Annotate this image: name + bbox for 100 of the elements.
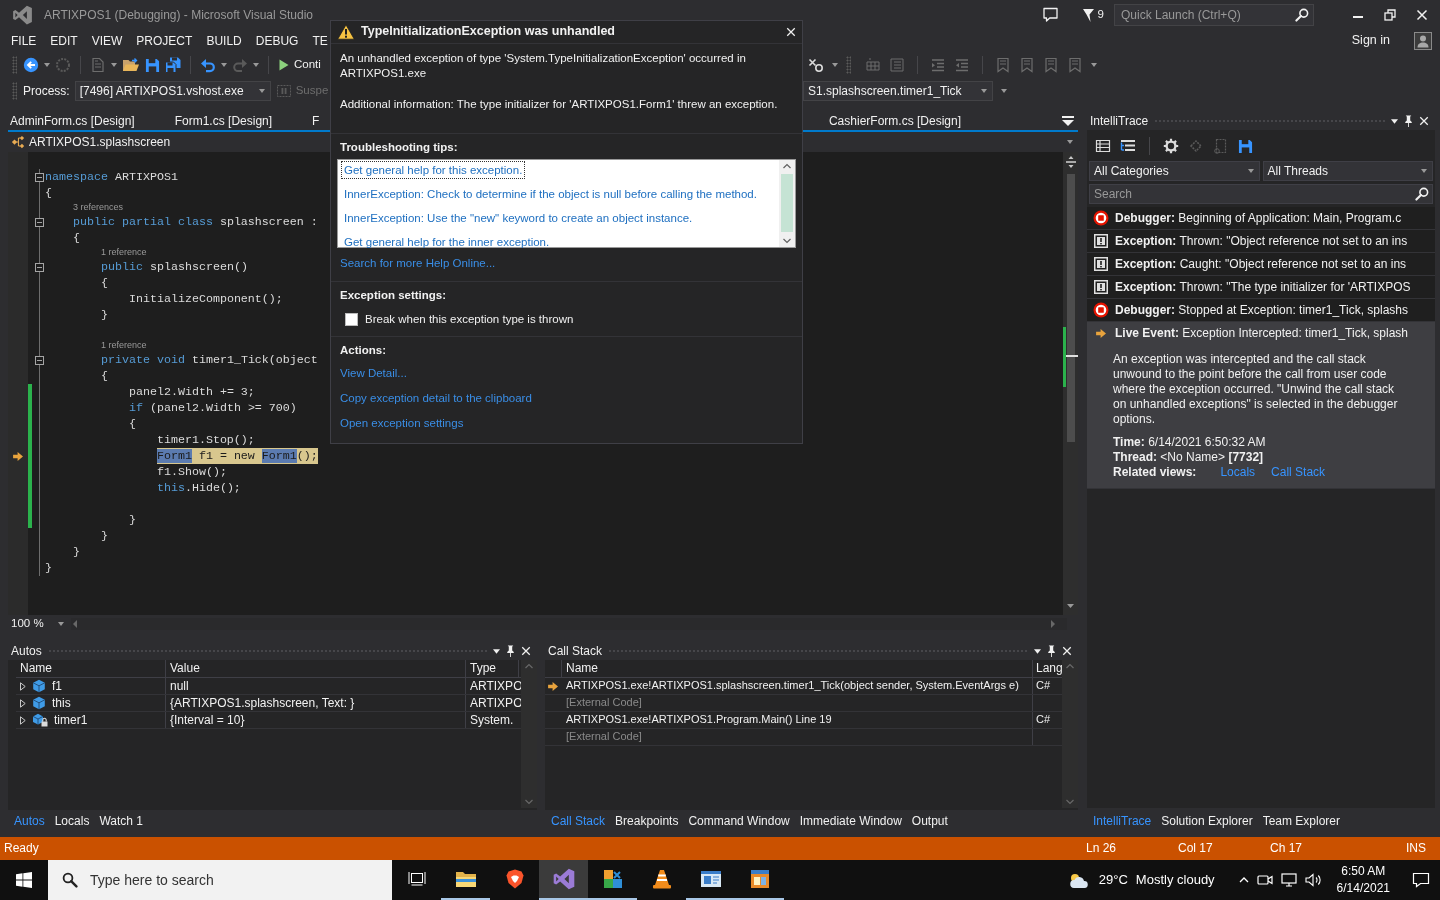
- folder-icon[interactable]: [122, 57, 140, 73]
- type-dropdown[interactable]: ARTIXPOS1.splashscreen: [8, 133, 326, 151]
- menu-item[interactable]: BUILD: [199, 33, 249, 49]
- document-tab[interactable]: F: [310, 112, 322, 130]
- document-tab[interactable]: CashierForm.cs [Design]: [826, 112, 963, 130]
- process-dropdown[interactable]: [7496] ARTIXPOS1.vshost.exe: [74, 81, 271, 101]
- panel-tab[interactable]: Immediate Window: [795, 812, 906, 830]
- taskbar-search-input[interactable]: Type here to search: [90, 869, 380, 891]
- settings-icon[interactable]: [1163, 138, 1179, 154]
- checkbox[interactable]: [345, 313, 358, 326]
- panel-tab[interactable]: IntelliTrace: [1089, 812, 1156, 830]
- category-filter-dropdown[interactable]: All Categories: [1089, 161, 1260, 181]
- caret-icon[interactable]: [44, 63, 50, 67]
- close-icon[interactable]: [521, 646, 531, 656]
- event-list-item[interactable]: Exception: Thrown: "Object reference not set to an ins: [1087, 230, 1435, 253]
- collapse-icon[interactable]: [34, 262, 44, 272]
- taskbar-app-button[interactable]: [539, 860, 588, 900]
- panel-tab[interactable]: Locals: [50, 812, 94, 830]
- action-link[interactable]: Open exception settings: [340, 416, 464, 431]
- event-list-item[interactable]: Exception: Caught: "Object reference not set to an ins: [1087, 253, 1435, 276]
- column-header[interactable]: Name: [16, 660, 166, 677]
- pin-icon[interactable]: [506, 645, 515, 657]
- desktop-icon[interactable]: [1280, 872, 1297, 888]
- event-list-item[interactable]: Debugger: Stopped at Exception: timer1_Tick, splashs: [1087, 299, 1435, 322]
- notifications-button[interactable]: 9: [1082, 8, 1104, 22]
- stack-frame-dropdown[interactable]: S1.splashscreen.timer1_Tick: [803, 81, 993, 101]
- panel-tab[interactable]: Command Window: [684, 812, 794, 830]
- vertical-scrollbar[interactable]: [779, 160, 795, 247]
- collapse-icon[interactable]: [34, 172, 44, 182]
- action-link[interactable]: View Detail...: [340, 366, 407, 381]
- panel-tab[interactable]: Breakpoints: [611, 812, 683, 830]
- tab-list-icon[interactable]: [1062, 115, 1074, 127]
- panel-tab[interactable]: Solution Explorer: [1157, 812, 1257, 830]
- caret-icon[interactable]: [1067, 140, 1073, 144]
- speech-bubble-icon[interactable]: [1041, 7, 1059, 23]
- expand-arrow-icon[interactable]: [20, 715, 26, 725]
- continue-button[interactable]: Conti: [278, 58, 321, 72]
- expand-arrow-icon[interactable]: [20, 681, 26, 691]
- restore-icon[interactable]: [1384, 9, 1396, 21]
- expand-arrow-icon[interactable]: [20, 698, 26, 708]
- close-icon[interactable]: [1419, 116, 1429, 126]
- reference-count-link[interactable]: 1 reference: [100, 339, 147, 352]
- caret-icon[interactable]: [57, 621, 64, 626]
- related-view-link[interactable]: Call Stack: [1271, 465, 1326, 480]
- search-icon[interactable]: [1415, 187, 1429, 201]
- caret-icon[interactable]: [832, 63, 838, 67]
- quick-launch-field[interactable]: Quick Launch (Ctrl+Q): [1114, 4, 1314, 26]
- volume-icon[interactable]: [1304, 872, 1323, 888]
- event-list-item[interactable]: Debugger: Beginning of Application: Main, Program.c: [1087, 207, 1435, 230]
- pin-icon[interactable]: [1047, 645, 1056, 657]
- help-online-link[interactable]: Search for more Help Online...: [340, 257, 496, 269]
- save-icon[interactable]: [145, 57, 160, 73]
- menu-item[interactable]: PROJECT: [129, 33, 200, 49]
- windows-logo-icon[interactable]: [16, 872, 32, 888]
- collapse-icon[interactable]: [34, 355, 44, 365]
- close-icon[interactable]: [786, 27, 796, 37]
- caret-icon[interactable]: [111, 63, 117, 67]
- event-list-item[interactable]: [1087, 322, 1435, 489]
- save-icon[interactable]: [1238, 138, 1253, 154]
- collapse-icon[interactable]: [34, 217, 44, 227]
- help-link[interactable]: Get general help for this exception.: [341, 161, 526, 179]
- caret-icon[interactable]: [221, 63, 227, 67]
- column-header[interactable]: Name: [562, 660, 1033, 677]
- cross-circle-icon[interactable]: [808, 57, 824, 73]
- reference-count-link[interactable]: 3 references: [73, 201, 123, 214]
- panel-tab[interactable]: Autos: [10, 812, 49, 830]
- caret-icon[interactable]: [253, 63, 259, 67]
- help-link[interactable]: InnerException: Check to determine if the object is null before calling the method.: [341, 185, 760, 203]
- avatar-icon[interactable]: [1414, 32, 1432, 50]
- search-input[interactable]: Search: [1094, 185, 1415, 203]
- pin-icon[interactable]: [1404, 115, 1413, 127]
- caret-icon[interactable]: [1034, 648, 1041, 654]
- caret-icon[interactable]: [1001, 89, 1007, 93]
- document-tab[interactable]: AdminForm.cs [Design]: [8, 112, 137, 130]
- quick-launch-input[interactable]: Quick Launch (Ctrl+Q): [1121, 6, 1295, 24]
- document-icon[interactable]: [90, 57, 106, 73]
- table-icon[interactable]: [1095, 138, 1111, 154]
- indented-list-icon[interactable]: [1120, 138, 1136, 154]
- menu-item[interactable]: DEBUG: [248, 33, 306, 49]
- panel-tab[interactable]: Watch 1: [95, 812, 147, 830]
- panel-tab[interactable]: Output: [907, 812, 952, 830]
- reference-count-link[interactable]: 1 reference: [100, 246, 147, 259]
- close-icon[interactable]: [1062, 646, 1072, 656]
- split-icon[interactable]: [1065, 156, 1076, 168]
- close-icon[interactable]: [1416, 9, 1428, 21]
- column-header[interactable]: Lang: [1033, 660, 1062, 677]
- related-view-link[interactable]: Locals: [1220, 465, 1256, 480]
- back-icon[interactable]: [23, 57, 39, 73]
- sign-in-link[interactable]: Sign in: [1351, 33, 1390, 49]
- thread-filter-dropdown[interactable]: All Threads: [1262, 161, 1433, 181]
- document-tab[interactable]: Form1.cs [Design]: [172, 112, 275, 130]
- search-icon[interactable]: [1295, 8, 1309, 22]
- column-header[interactable]: Type: [466, 660, 519, 677]
- help-link[interactable]: InnerException: Use the "new" keyword to create an object instance.: [341, 209, 696, 227]
- chevron-up-icon[interactable]: [1238, 877, 1249, 883]
- panel-tab[interactable]: Team Explorer: [1258, 812, 1344, 830]
- search-field[interactable]: Search: [1089, 184, 1433, 204]
- panel-tab[interactable]: Call Stack: [547, 812, 610, 830]
- camera-icon[interactable]: [1256, 872, 1273, 888]
- caret-icon[interactable]: [493, 648, 500, 654]
